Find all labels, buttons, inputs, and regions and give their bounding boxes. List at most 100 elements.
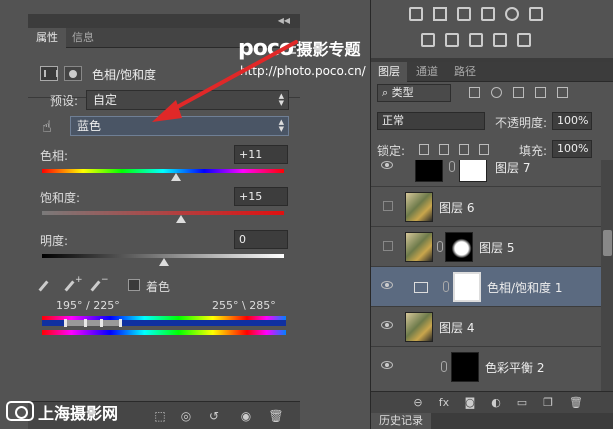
range-handle-left[interactable] [64, 319, 67, 327]
layer-row-6[interactable]: 图层 6 [371, 186, 601, 226]
new-group-icon[interactable]: ▭ [515, 396, 529, 409]
lock-pixels-icon[interactable] [439, 144, 449, 155]
hue-slider-track[interactable] [42, 169, 284, 173]
link-chain-icon[interactable] [449, 161, 455, 172]
saturation-slider-thumb[interactable] [176, 215, 186, 223]
layer-row-color-balance[interactable]: 色彩平衡 2 [371, 346, 601, 386]
hue-input[interactable]: +11 [234, 145, 288, 164]
link-chain-icon[interactable] [443, 281, 449, 292]
visibility-eye-icon[interactable]: ◉ [238, 408, 254, 424]
layer-row-4[interactable]: 图层 4 [371, 306, 601, 346]
lock-all-icon[interactable] [479, 144, 489, 155]
tab-properties[interactable]: 属性 [28, 28, 66, 48]
saturation-input[interactable]: +15 [234, 187, 288, 206]
visibility-toggle[interactable] [383, 201, 393, 211]
layer-row-hue-saturation[interactable]: 色相/饱和度 1 [371, 266, 601, 306]
preset-dropdown[interactable]: 自定 ▲ ▼ [86, 90, 289, 110]
poco-watermark: poco 摄影专题 http://photo.poco.cn/ [238, 36, 366, 78]
clip-to-layer-icon[interactable]: ⬚ [152, 408, 168, 424]
new-adjustment-icon[interactable]: ◐ [489, 396, 503, 409]
tab-info[interactable]: 信息 [64, 28, 102, 48]
saturation-label: 饱和度: [40, 191, 81, 205]
tab-history[interactable]: 历史记录 [371, 413, 431, 429]
reset-icon[interactable]: ↺ [206, 408, 222, 424]
targeted-adjustment-hand-icon[interactable]: ☝ [42, 117, 52, 136]
levels-icon[interactable] [433, 7, 447, 21]
lightness-slider-thumb[interactable] [159, 258, 169, 266]
black-white-icon[interactable] [445, 33, 459, 47]
right-dock: 图层 通道 路径 ⌕ 类型 正常 不透明度: 100% 锁定: 填充: 100% [370, 0, 613, 429]
range-handle-inner-right[interactable] [100, 319, 103, 327]
tab-layers[interactable]: 图层 [371, 62, 407, 82]
view-previous-icon[interactable]: ◎ [178, 408, 194, 424]
channel-mixer-icon[interactable] [493, 33, 507, 47]
saturation-slider-track[interactable] [42, 211, 284, 215]
filter-smart-object-icon[interactable] [557, 87, 568, 98]
range-handle-right[interactable] [119, 319, 122, 327]
layer-filter-dropdown[interactable]: ⌕ 类型 [377, 84, 451, 102]
opacity-input[interactable]: 100% [552, 112, 592, 130]
eye-icon[interactable] [381, 361, 393, 369]
camera-icon [6, 401, 34, 421]
lock-transparent-icon[interactable] [419, 144, 429, 155]
layer-style-fx-icon[interactable]: fx [437, 396, 451, 409]
layer-mask-icon[interactable] [64, 66, 82, 81]
filter-pixel-icon[interactable] [469, 87, 480, 98]
delete-layer-icon[interactable]: 🗑 [569, 396, 583, 409]
tab-channels[interactable]: 通道 [409, 62, 445, 82]
layers-scrollbar[interactable] [601, 160, 613, 391]
link-layers-icon[interactable]: ⊖ [411, 396, 425, 409]
brightness-contrast-icon[interactable] [409, 7, 423, 21]
layer-name[interactable]: 图层 5 [479, 239, 514, 256]
blend-mode-dropdown[interactable]: 正常 [377, 112, 485, 130]
hue-range-selector[interactable] [42, 319, 286, 327]
new-layer-icon[interactable]: ❐ [541, 396, 555, 409]
channel-dropdown[interactable]: 蓝色 ▲ ▼ [70, 116, 289, 136]
layer-name[interactable]: 图层 4 [439, 319, 474, 336]
tab-paths[interactable]: 路径 [447, 62, 483, 82]
scrollbar-thumb[interactable] [603, 230, 612, 256]
eye-icon[interactable] [381, 161, 393, 169]
visibility-toggle[interactable] [383, 241, 393, 251]
hue-saturation-adjustment-icon[interactable] [40, 66, 58, 81]
layer-row-5[interactable]: 图层 5 [371, 226, 601, 266]
eye-icon[interactable] [381, 281, 393, 289]
layer-filter-value: 类型 [391, 86, 414, 99]
layer-name[interactable]: 图层 6 [439, 199, 474, 216]
fill-label: 填充: [519, 144, 548, 158]
layer-row-7[interactable]: 图层 7 [371, 160, 601, 186]
add-mask-icon[interactable]: ◙ [463, 396, 477, 409]
link-chain-icon[interactable] [441, 361, 447, 372]
link-chain-icon[interactable] [437, 241, 443, 252]
collapse-icon[interactable]: ◀◀ [278, 16, 290, 25]
layer-thumbnail [405, 312, 433, 342]
filter-adjustment-icon[interactable] [491, 87, 502, 98]
eyedropper-subtract-icon[interactable]: − [92, 275, 109, 292]
hue-slider-thumb[interactable] [171, 173, 181, 181]
exposure-icon[interactable] [481, 7, 495, 21]
photo-filter-icon[interactable] [469, 33, 483, 47]
hue-range-window[interactable] [64, 319, 122, 327]
color-balance-icon [407, 352, 435, 382]
curves-icon[interactable] [457, 7, 471, 21]
color-balance-icon[interactable] [421, 33, 435, 47]
layer-name[interactable]: 色彩平衡 2 [485, 359, 544, 376]
fill-input[interactable]: 100% [552, 140, 592, 158]
layer-name[interactable]: 图层 7 [495, 160, 530, 176]
color-lookup-icon[interactable] [517, 33, 531, 47]
eye-icon[interactable] [381, 321, 393, 329]
eyedropper-add-icon[interactable]: + [66, 275, 83, 292]
layer-name[interactable]: 色相/饱和度 1 [487, 279, 563, 296]
colorize-checkbox[interactable] [128, 279, 140, 291]
lock-position-icon[interactable] [459, 144, 469, 155]
history-panel-header: 历史记录 [371, 413, 613, 429]
filter-shape-icon[interactable] [535, 87, 546, 98]
vibrance-icon[interactable] [505, 7, 519, 21]
lightness-input[interactable]: 0 [234, 230, 288, 249]
trash-icon[interactable]: 🗑 [268, 408, 284, 424]
range-handle-inner-left[interactable] [84, 319, 87, 327]
filter-type-icon[interactable] [513, 87, 524, 98]
hue-saturation-icon[interactable] [529, 7, 543, 21]
eyedropper-icon[interactable] [40, 278, 54, 292]
lightness-label: 明度: [40, 234, 69, 248]
